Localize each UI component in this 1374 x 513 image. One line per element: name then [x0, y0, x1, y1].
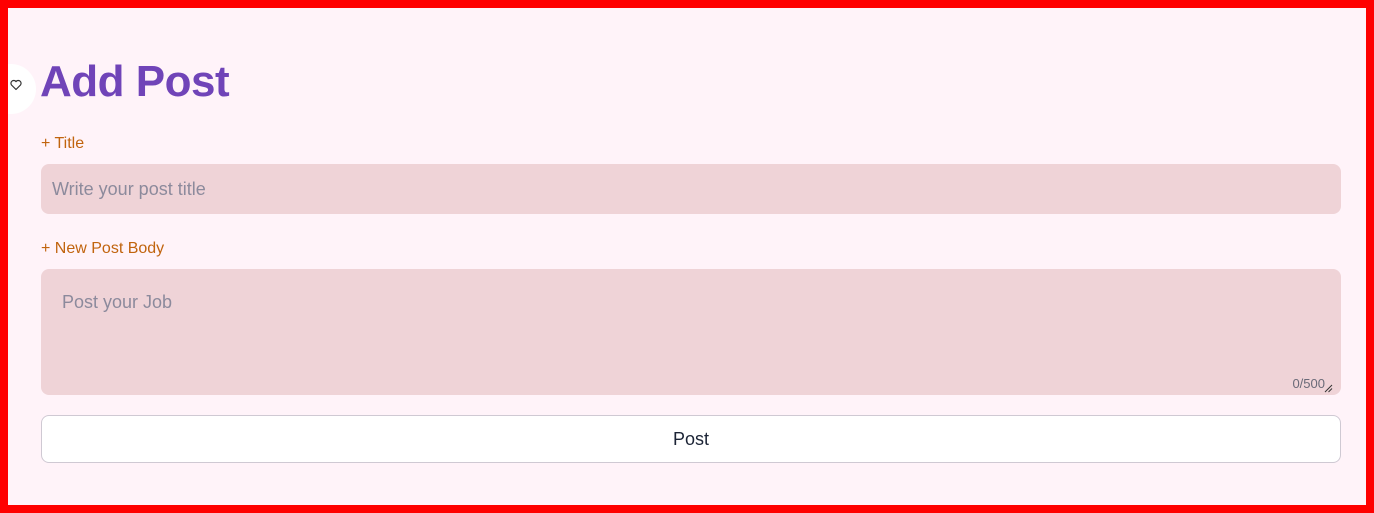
title-label: + Title: [41, 135, 85, 152]
side-toggle-button[interactable]: [8, 64, 36, 114]
char-counter: 0/500: [1292, 376, 1333, 393]
add-post-panel: Add Post + Title + New Post Body 0/500 P…: [8, 8, 1366, 505]
heart-icon: [10, 79, 22, 91]
post-body-field: 0/500: [41, 269, 1341, 395]
body-label: + New Post Body: [41, 240, 165, 257]
page-title: Add Post: [40, 57, 230, 106]
resize-handle-icon[interactable]: [1323, 383, 1333, 393]
post-button[interactable]: Post: [41, 415, 1341, 463]
post-title-input[interactable]: [41, 164, 1341, 214]
char-counter-text: 0/500: [1292, 376, 1325, 391]
post-body-textarea[interactable]: [41, 269, 1341, 395]
